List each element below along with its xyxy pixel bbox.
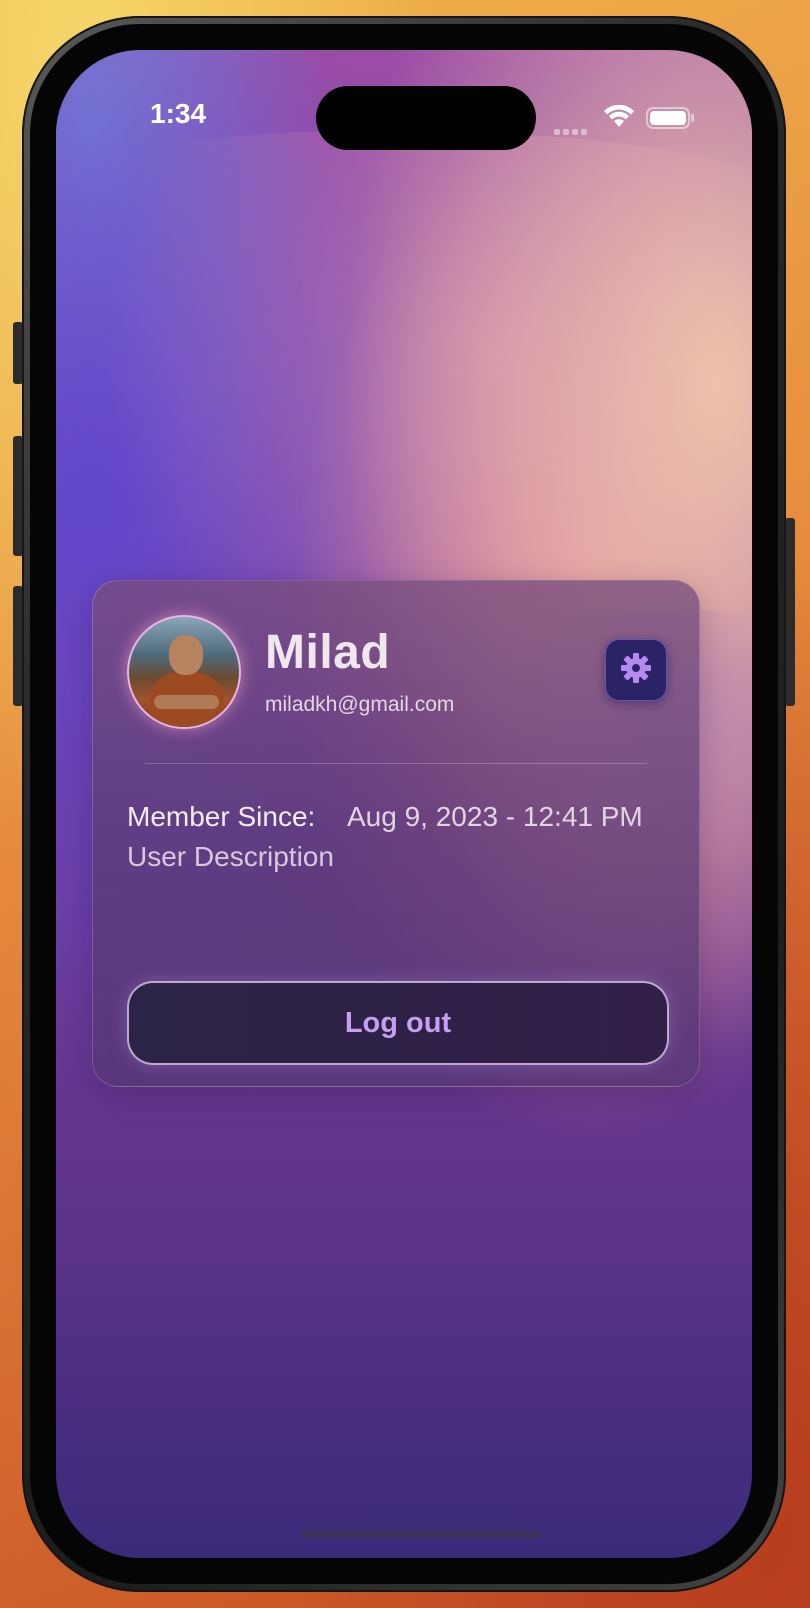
member-since-value: Aug 9, 2023 - 12:41 PM (347, 801, 643, 832)
signal-icon (554, 122, 590, 140)
user-name: Milad (265, 626, 391, 679)
battery-icon (646, 106, 696, 135)
divider (145, 763, 647, 764)
power-button[interactable] (785, 518, 795, 706)
avatar (127, 615, 241, 729)
member-since-label: Member Since: (127, 801, 316, 832)
dynamic-island (316, 86, 536, 150)
screen: 1:34 Milad miladkh@gmail.com Member Sinc… (56, 50, 752, 1558)
settings-button[interactable] (605, 639, 667, 701)
logout-label: Log out (344, 1006, 452, 1039)
user-description: User Description (127, 841, 334, 872)
user-email: miladkh@gmail.com (265, 693, 455, 716)
phone-frame: 1:34 Milad miladkh@gmail.com Member Sinc… (22, 16, 786, 1592)
gear-icon (620, 652, 652, 689)
profile-card: Milad miladkh@gmail.com Member Since: Au… (92, 580, 700, 1087)
logout-button[interactable]: Log out (127, 981, 669, 1065)
wifi-icon (603, 104, 635, 134)
home-indicator[interactable] (302, 1530, 542, 1538)
status-time: 1:34 (150, 98, 207, 129)
